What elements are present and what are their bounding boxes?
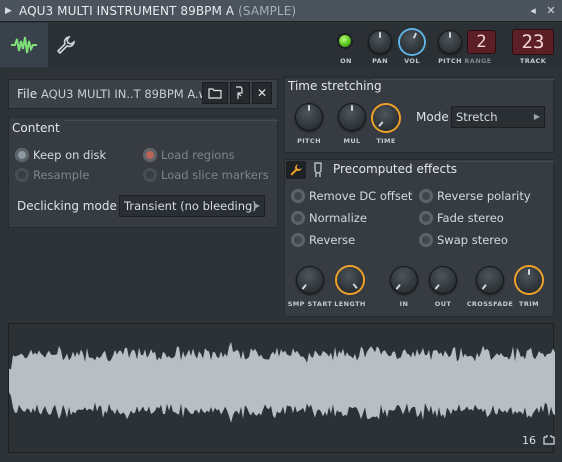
keep-on-disk-option[interactable]: Keep on disk [15, 148, 106, 162]
time-knob[interactable] [373, 105, 399, 131]
in-knob[interactable] [390, 266, 418, 294]
wrench-icon[interactable] [52, 31, 80, 59]
in-label: IN [399, 300, 409, 308]
window-title-sub: (SAMPLE) [238, 3, 297, 18]
load-slice-markers-label: Load slice markers [161, 168, 269, 182]
mul-label: MUL [343, 137, 361, 145]
crossfade-label: CROSSFADE [466, 300, 514, 308]
keep-on-disk-label: Keep on disk [33, 148, 107, 162]
track-display[interactable]: 23 [512, 29, 554, 55]
out-knob[interactable] [429, 266, 457, 294]
smp-start-label: SMP START [287, 300, 333, 308]
trim-knob[interactable] [516, 267, 542, 293]
chevron-right-icon: ▶ [533, 112, 540, 121]
chevron-right-icon: ▶ [253, 201, 260, 210]
reverse-polarity-label: Reverse polarity [437, 189, 531, 203]
mode-select[interactable]: Stretch ▶ [451, 106, 545, 128]
time-label: TIME [376, 137, 396, 145]
clear-file-button[interactable]: ✕ [252, 82, 272, 104]
volume-knob[interactable] [400, 30, 424, 54]
range-display[interactable]: 2 [467, 30, 496, 54]
swap-stereo-radio[interactable] [419, 233, 433, 247]
mul-knob[interactable] [338, 103, 366, 131]
declicking-mode-select[interactable]: Transient (no bleeding) ▶ [119, 195, 265, 217]
normalize-option[interactable]: Normalize [291, 211, 367, 225]
content-title: Content [12, 121, 60, 135]
normalize-radio[interactable] [291, 211, 305, 225]
reverse-option[interactable]: Reverse [291, 233, 355, 247]
precomputed-effects-title: Precomputed effects [333, 162, 458, 176]
load-regions-label: Load regions [161, 148, 235, 162]
vol-label: VOL [404, 57, 420, 65]
time-stretching-title: Time stretching [288, 79, 382, 93]
pitch-knob[interactable] [438, 30, 462, 54]
waveform-view[interactable] [8, 323, 555, 453]
mode-label: Mode [416, 110, 449, 124]
stretch-pitch-label: PITCH [297, 137, 321, 145]
time-stretching-divider [374, 79, 554, 80]
detach-icon[interactable]: ◂ [525, 2, 541, 18]
file-label: File [17, 87, 38, 101]
keep-on-disk-radio[interactable] [15, 148, 29, 162]
pan-knob[interactable] [368, 30, 392, 54]
length-label: LENGTH [334, 300, 366, 308]
resample-radio[interactable] [15, 168, 29, 182]
window-menu-arrow-icon[interactable]: ▶ [5, 6, 19, 16]
declicking-mode-value: Transient (no bleeding) [124, 199, 257, 213]
precomputed-effects-divider [446, 161, 554, 162]
title-bar: ▶ AQU3 MULTI INSTRUMENT 89BPM A (SAMPLE)… [0, 0, 562, 22]
window-title: AQU3 MULTI INSTRUMENT 89BPM A (SAMPLE) [19, 4, 296, 18]
on-led-toggle[interactable] [339, 35, 351, 47]
range-label: RANGE [464, 57, 492, 65]
track-label: TRACK [519, 57, 547, 65]
locate-file-icon[interactable] [230, 82, 250, 104]
on-label: ON [340, 57, 352, 65]
normalize-label: Normalize [309, 211, 367, 225]
window-title-main: AQU3 MULTI INSTRUMENT 89BPM A [19, 3, 235, 18]
crossfade-knob[interactable] [476, 266, 504, 294]
mode-value: Stretch [456, 110, 498, 124]
out-label: OUT [434, 300, 452, 308]
declicking-mode-label: Declicking mode [17, 199, 117, 213]
trim-label: TRIM [519, 300, 539, 308]
waveform-display [9, 341, 555, 423]
reverse-polarity-option[interactable]: Reverse polarity [419, 189, 531, 203]
fade-stereo-label: Fade stereo [437, 211, 504, 225]
waveform-shape [9, 341, 555, 423]
remove-dc-offset-label: Remove DC offset [309, 189, 413, 203]
resample-label: Resample [33, 168, 90, 182]
load-slice-markers-radio[interactable] [143, 168, 157, 182]
load-regions-option[interactable]: Load regions [143, 148, 235, 162]
file-name: AQU3 MULTI IN..T 89BPM A.wav [41, 87, 222, 101]
load-slice-markers-option[interactable]: Load slice markers [143, 168, 269, 182]
load-regions-radio[interactable] [143, 148, 157, 162]
open-folder-button[interactable] [202, 82, 228, 104]
close-icon[interactable]: ✕ [543, 2, 559, 18]
fade-stereo-option[interactable]: Fade stereo [419, 211, 504, 225]
pitch-label: PITCH [438, 57, 462, 65]
fade-stereo-radio[interactable] [419, 211, 433, 225]
content-divider [64, 120, 278, 121]
reverse-polarity-radio[interactable] [419, 189, 433, 203]
remove-dc-offset-option[interactable]: Remove DC offset [291, 189, 412, 203]
waveform-count: 16 [522, 434, 536, 447]
swap-stereo-option[interactable]: Swap stereo [419, 233, 508, 247]
effects-wrench-icon[interactable] [286, 161, 306, 179]
remove-dc-offset-radio[interactable] [291, 189, 305, 203]
resample-option[interactable]: Resample [15, 168, 89, 182]
waveform-count-label: 16 [522, 434, 555, 448]
reverse-radio[interactable] [291, 233, 305, 247]
swap-stereo-label: Swap stereo [437, 233, 508, 247]
pan-label: PAN [372, 57, 388, 65]
stretch-pitch-knob[interactable] [295, 103, 323, 131]
loop-icon[interactable] [542, 434, 555, 448]
length-knob[interactable] [337, 267, 363, 293]
smp-start-knob[interactable] [296, 266, 324, 294]
tube-icon [312, 162, 324, 178]
waveform-tab-icon[interactable] [0, 23, 48, 67]
reverse-label: Reverse [309, 233, 356, 247]
